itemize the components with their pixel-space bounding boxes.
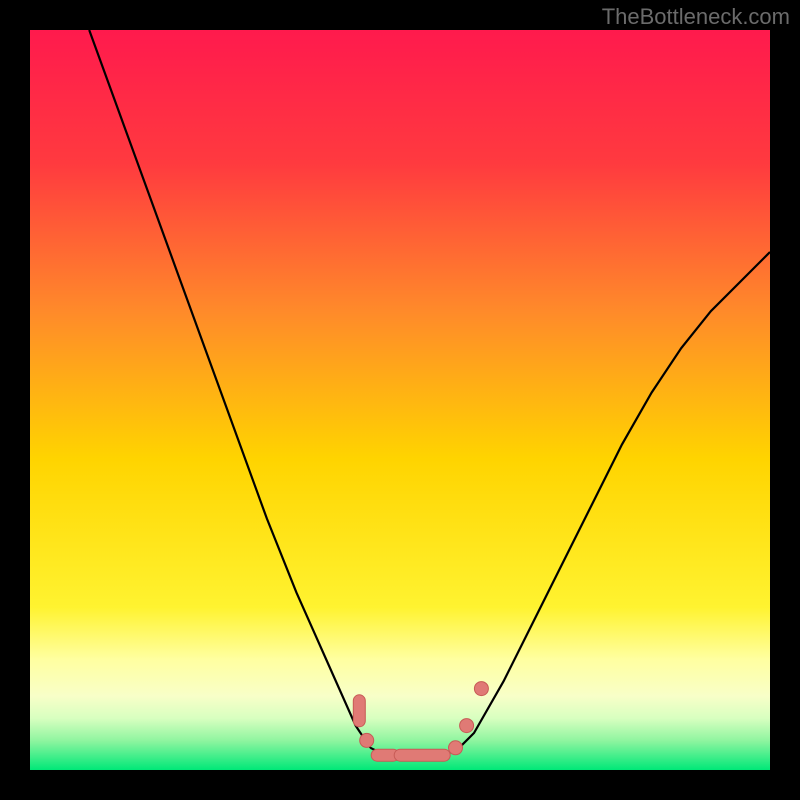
- marker: [460, 719, 474, 733]
- right-curve: [459, 252, 770, 748]
- marker: [449, 741, 463, 755]
- marker: [394, 749, 450, 761]
- marker: [353, 695, 365, 727]
- plot-area: [30, 30, 770, 770]
- marker: [360, 733, 374, 747]
- watermark: TheBottleneck.com: [602, 4, 790, 30]
- marker: [474, 682, 488, 696]
- chart-frame: TheBottleneck.com: [0, 0, 800, 800]
- left-curve: [89, 30, 370, 748]
- curve-layer: [30, 30, 770, 770]
